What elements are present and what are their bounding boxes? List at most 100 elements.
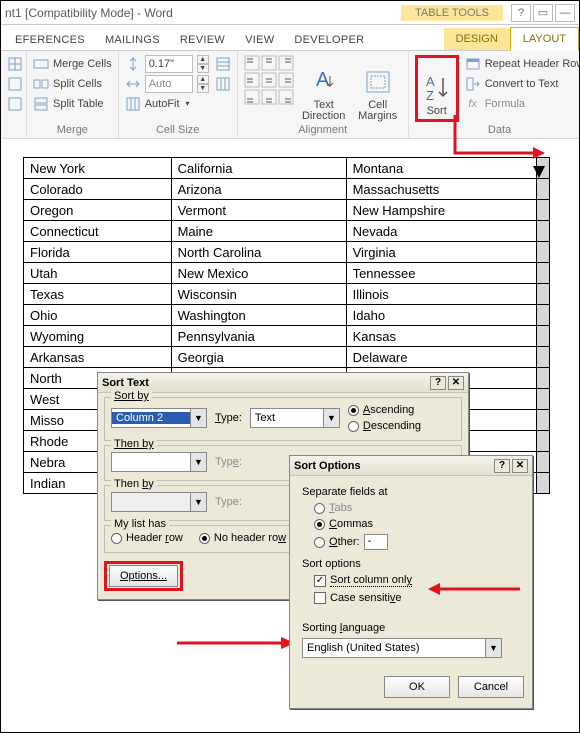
table-row[interactable]: UtahNew MexicoTennessee xyxy=(24,263,550,284)
sort-text-titlebar[interactable]: Sort Text ? ✕ xyxy=(98,373,468,393)
dist-cols-button[interactable] xyxy=(215,75,231,93)
sort-button[interactable]: AZ Sort xyxy=(415,55,459,122)
table-cell[interactable]: Vermont xyxy=(171,200,346,221)
align-mc[interactable] xyxy=(261,72,277,88)
table-cell[interactable]: Ohio xyxy=(24,305,172,326)
formula-button[interactable]: fxFormula xyxy=(465,95,580,113)
insert-below-button[interactable] xyxy=(7,95,23,113)
width-input[interactable]: Auto xyxy=(145,75,193,93)
merge-cells-button[interactable]: Merge Cells xyxy=(33,55,112,73)
table-cell[interactable]: Oregon xyxy=(24,200,172,221)
thenby1-field-combo[interactable]: ▼ xyxy=(111,452,207,472)
width-up[interactable]: ▲ xyxy=(197,75,209,84)
height-input[interactable]: 0.17" xyxy=(145,55,193,73)
help-icon[interactable]: ? xyxy=(494,459,510,473)
height-down[interactable]: ▼ xyxy=(197,64,209,73)
options-button[interactable]: Options... xyxy=(109,565,178,587)
table-row[interactable]: OhioWashingtonIdaho xyxy=(24,305,550,326)
table-row[interactable]: New YorkCaliforniaMontana xyxy=(24,158,550,179)
table-cell[interactable]: Arkansas xyxy=(24,347,172,368)
help-icon[interactable]: ? xyxy=(511,4,531,22)
table-cell[interactable]: Wisconsin xyxy=(171,284,346,305)
align-mr[interactable] xyxy=(278,72,294,88)
language-combo[interactable]: English (United States)▼ xyxy=(302,638,502,658)
sortby-field-combo[interactable]: Column 2▼ xyxy=(111,408,207,428)
minimize-icon[interactable]: — xyxy=(555,4,575,22)
table-cell[interactable]: Nevada xyxy=(346,221,537,242)
convert-text-button[interactable]: Convert to Text xyxy=(465,75,580,93)
split-cells-button[interactable]: Split Cells xyxy=(33,75,112,93)
align-tl[interactable] xyxy=(244,55,260,71)
table-cell[interactable]: Montana xyxy=(346,158,537,179)
ascending-radio[interactable]: Ascending xyxy=(348,404,421,416)
cell-margins-button[interactable]: CellMargins xyxy=(354,55,402,122)
table-cell[interactable]: Wyoming xyxy=(24,326,172,347)
table-cell[interactable]: Kansas xyxy=(346,326,537,347)
height-up[interactable]: ▲ xyxy=(197,55,209,64)
align-ml[interactable] xyxy=(244,72,260,88)
tab-design[interactable]: DESIGN xyxy=(444,28,510,50)
autofit-button[interactable]: AutoFit▾ xyxy=(125,95,209,113)
table-row[interactable]: ColoradoArizonaMassachusetts xyxy=(24,179,550,200)
tab-mailings[interactable]: MAILINGS xyxy=(95,30,170,50)
sort-column-only-checkbox[interactable]: ✓Sort column only xyxy=(314,574,520,587)
tab-references[interactable]: EFERENCES xyxy=(5,30,95,50)
table-cell[interactable]: Arizona xyxy=(171,179,346,200)
insert-right-button[interactable] xyxy=(7,75,23,93)
other-radio[interactable]: Other: - xyxy=(314,534,520,550)
table-cell[interactable]: Pennsylvania xyxy=(171,326,346,347)
tab-layout[interactable]: LAYOUT xyxy=(510,27,579,51)
col-width-control[interactable]: Auto ▲▼ xyxy=(125,75,209,93)
table-row[interactable]: OregonVermontNew Hampshire xyxy=(24,200,550,221)
commas-radio[interactable]: Commas xyxy=(314,518,520,530)
table-cell[interactable]: Illinois xyxy=(346,284,537,305)
close-icon[interactable]: ✕ xyxy=(448,376,464,390)
align-bl[interactable] xyxy=(244,89,260,105)
cancel-button[interactable]: Cancel xyxy=(458,676,524,698)
sort-options-titlebar[interactable]: Sort Options ? ✕ xyxy=(290,456,532,476)
table-cell[interactable]: New York xyxy=(24,158,172,179)
table-cell[interactable]: Tennessee xyxy=(346,263,537,284)
align-tc[interactable] xyxy=(261,55,277,71)
no-header-row-radio[interactable]: No header row xyxy=(199,532,286,544)
table-cell[interactable]: Colorado xyxy=(24,179,172,200)
table-cell[interactable]: Delaware xyxy=(346,347,537,368)
width-down[interactable]: ▼ xyxy=(197,84,209,93)
tab-developer[interactable]: DEVELOPER xyxy=(284,30,374,50)
descending-radio[interactable]: Descending xyxy=(348,420,421,432)
table-cell[interactable]: California xyxy=(171,158,346,179)
tab-view[interactable]: VIEW xyxy=(235,30,284,50)
table-row[interactable]: TexasWisconsinIllinois xyxy=(24,284,550,305)
align-br[interactable] xyxy=(278,89,294,105)
table-cell[interactable]: Texas xyxy=(24,284,172,305)
table-cell[interactable]: Virginia xyxy=(346,242,537,263)
row-height-control[interactable]: 0.17" ▲▼ xyxy=(125,55,209,73)
help-icon[interactable]: ? xyxy=(430,376,446,390)
table-cell[interactable]: Georgia xyxy=(171,347,346,368)
case-sensitive-checkbox[interactable]: Case sensitive xyxy=(314,592,520,604)
repeat-header-button[interactable]: Repeat Header Row xyxy=(465,55,580,73)
align-bc[interactable] xyxy=(261,89,277,105)
split-table-button[interactable]: Split Table xyxy=(33,95,112,113)
table-cell[interactable]: Idaho xyxy=(346,305,537,326)
table-row[interactable]: ConnecticutMaineNevada xyxy=(24,221,550,242)
table-cell[interactable]: New Hampshire xyxy=(346,200,537,221)
text-direction-button[interactable]: A TextDirection xyxy=(300,55,348,122)
table-cell[interactable]: North Carolina xyxy=(171,242,346,263)
table-cell[interactable]: New Mexico xyxy=(171,263,346,284)
tab-review[interactable]: REVIEW xyxy=(170,30,235,50)
table-row[interactable]: ArkansasGeorgiaDelaware xyxy=(24,347,550,368)
dist-rows-button[interactable] xyxy=(215,55,231,73)
table-row[interactable]: WyomingPennsylvaniaKansas xyxy=(24,326,550,347)
table-cell[interactable]: Connecticut xyxy=(24,221,172,242)
table-cell[interactable]: Massachusetts xyxy=(346,179,537,200)
sortby-type-combo[interactable]: Text▼ xyxy=(250,408,340,428)
ok-button[interactable]: OK xyxy=(384,676,450,698)
header-row-radio[interactable]: Header row xyxy=(111,532,183,544)
table-cell[interactable]: Washington xyxy=(171,305,346,326)
insert-left-button[interactable] xyxy=(7,55,23,73)
table-cell[interactable]: Maine xyxy=(171,221,346,242)
table-cell[interactable]: Utah xyxy=(24,263,172,284)
align-tr[interactable] xyxy=(278,55,294,71)
table-row[interactable]: FloridaNorth CarolinaVirginia xyxy=(24,242,550,263)
